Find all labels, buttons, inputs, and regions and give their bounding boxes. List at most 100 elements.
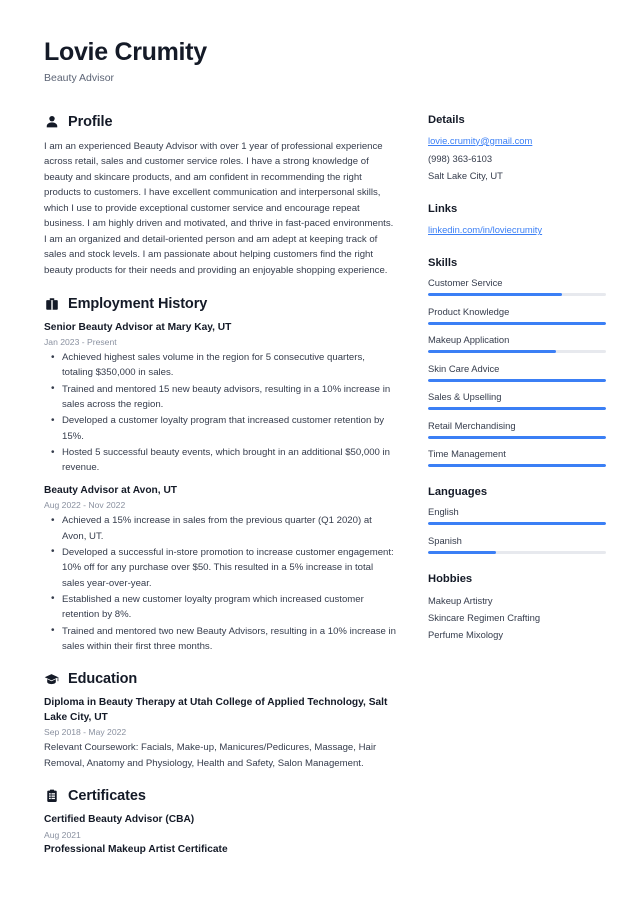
hobby-item: Perfume Mixology bbox=[428, 629, 504, 641]
language-bar-track bbox=[428, 550, 606, 554]
skill-item: Skin Care Advice bbox=[428, 363, 606, 382]
sidebar-skills: Skills Customer Service Product Knowledg… bbox=[428, 257, 606, 468]
employment-entry: Beauty Advisor at Avon, UT Aug 2022 - No… bbox=[44, 484, 396, 655]
list-item: Achieved a 15% increase in sales from th… bbox=[44, 513, 396, 544]
profile-text: I am an experienced Beauty Advisor with … bbox=[44, 140, 394, 276]
main-column: Profile I am an experienced Beauty Advis… bbox=[44, 114, 396, 875]
language-label: English bbox=[428, 506, 459, 518]
location: Salt Lake City, UT bbox=[428, 170, 503, 182]
user-icon bbox=[44, 114, 59, 129]
hobby-item: Makeup Artistry bbox=[428, 594, 493, 606]
sidebar-heading-details: Details bbox=[428, 113, 465, 126]
clipboard-icon bbox=[44, 789, 59, 804]
skill-bar-fill bbox=[428, 350, 557, 354]
language-item: English bbox=[428, 506, 606, 526]
phone-number: (998) 363-6103 bbox=[428, 152, 493, 164]
sidebar-heading-languages: Languages bbox=[428, 486, 488, 499]
sidebar-column: Details lovie.crumity@gmail.com (998) 36… bbox=[428, 114, 606, 662]
employment-date: Aug 2022 - Nov 2022 bbox=[44, 500, 126, 511]
section-profile: Profile I am an experienced Beauty Advis… bbox=[44, 114, 396, 279]
skill-bar-track bbox=[428, 350, 606, 354]
email-link[interactable]: lovie.crumity@gmail.com bbox=[428, 134, 606, 149]
skill-label: Product Knowledge bbox=[428, 305, 510, 317]
skill-item: Retail Merchandising bbox=[428, 420, 606, 439]
list-item: Developed a successful in-store promotio… bbox=[44, 544, 396, 591]
skill-label: Makeup Application bbox=[428, 334, 510, 346]
sidebar-heading-links: Links bbox=[428, 203, 458, 216]
skill-bar-fill bbox=[428, 293, 562, 297]
graduation-cap-icon bbox=[44, 672, 59, 687]
list-item: Achieved highest sales volume in the reg… bbox=[44, 350, 396, 381]
hobby-item: Skincare Regimen Crafting bbox=[428, 611, 541, 623]
candidate-name: Lovie Crumity bbox=[44, 38, 207, 66]
skill-bar-track bbox=[428, 435, 606, 439]
section-title-certificates: Certificates bbox=[68, 788, 146, 805]
skill-bar-fill bbox=[428, 464, 606, 468]
skill-item: Product Knowledge bbox=[428, 306, 606, 325]
skill-bar-fill bbox=[428, 378, 606, 382]
employment-entry: Senior Beauty Advisor at Mary Kay, UT Ja… bbox=[44, 321, 396, 476]
education-entry: Diploma in Beauty Therapy at Utah Colleg… bbox=[44, 696, 396, 771]
list-item: Trained and mentored two new Beauty Advi… bbox=[44, 623, 396, 655]
education-description: Relevant Coursework: Facials, Make-up, M… bbox=[44, 742, 377, 769]
candidate-job-title: Beauty Advisor bbox=[44, 71, 115, 84]
resume-page: Lovie Crumity Beauty Advisor Profile I a… bbox=[0, 0, 640, 905]
skill-bar-track bbox=[428, 293, 606, 297]
skill-label: Time Management bbox=[428, 448, 506, 460]
employment-bullets: Achieved highest sales volume in the reg… bbox=[44, 350, 396, 476]
skill-item: Time Management bbox=[428, 448, 606, 468]
skill-bar-fill bbox=[428, 321, 606, 325]
sidebar-languages: Languages English Spanish bbox=[428, 486, 606, 554]
language-bar-fill bbox=[428, 522, 606, 526]
sidebar-hobbies: Hobbies Makeup Artistry Skincare Regimen… bbox=[428, 573, 606, 643]
certificate-title: Professional Makeup Artist Certificate bbox=[44, 843, 228, 855]
employment-title: Beauty Advisor at Avon, UT bbox=[44, 484, 178, 496]
language-label: Spanish bbox=[428, 534, 462, 546]
list-item: Hosted 5 successful beauty events, which… bbox=[44, 445, 396, 476]
sidebar-details: Details lovie.crumity@gmail.com (998) 36… bbox=[428, 114, 606, 185]
skill-item: Sales & Upselling bbox=[428, 391, 606, 411]
certificate-entry: Certified Beauty Advisor (CBA) Aug 2021 … bbox=[44, 813, 396, 857]
section-header-certificates: Certificates bbox=[44, 788, 396, 804]
section-title-education: Education bbox=[68, 671, 138, 688]
language-bar-track bbox=[428, 522, 606, 526]
sidebar-heading-skills: Skills bbox=[428, 257, 458, 270]
list-item: Developed a customer loyalty program tha… bbox=[44, 413, 396, 444]
skill-label: Retail Merchandising bbox=[428, 419, 516, 431]
list-item: Established a new customer loyalty progr… bbox=[44, 591, 396, 623]
section-education: Education Diploma in Beauty Therapy at U… bbox=[44, 671, 396, 771]
section-header-profile: Profile bbox=[44, 114, 396, 130]
section-title-employment: Employment History bbox=[68, 295, 208, 312]
skill-item: Customer Service bbox=[428, 277, 606, 297]
language-bar-fill bbox=[428, 550, 496, 554]
skill-bar-fill bbox=[428, 435, 606, 439]
sidebar-links: Links linkedin.com/in/loviecrumity bbox=[428, 203, 606, 238]
education-date: Sep 2018 - May 2022 bbox=[44, 727, 127, 738]
skill-bar-track bbox=[428, 321, 606, 325]
skill-bar-track bbox=[428, 378, 606, 382]
skill-bar-fill bbox=[428, 407, 606, 411]
sidebar-heading-hobbies: Hobbies bbox=[428, 572, 473, 585]
certificate-date: Aug 2021 bbox=[44, 829, 81, 840]
education-title: Diploma in Beauty Therapy at Utah Colleg… bbox=[44, 697, 388, 723]
section-header-education: Education bbox=[44, 671, 396, 687]
skill-label: Sales & Upselling bbox=[428, 391, 502, 403]
skill-label: Customer Service bbox=[428, 277, 503, 289]
employment-title: Senior Beauty Advisor at Mary Kay, UT bbox=[44, 321, 232, 333]
briefcase-icon bbox=[44, 296, 59, 311]
skill-bar-track bbox=[428, 407, 606, 411]
section-header-employment: Employment History bbox=[44, 296, 396, 312]
resume-header: Lovie Crumity Beauty Advisor bbox=[44, 38, 606, 84]
section-employment: Employment History Senior Beauty Advisor… bbox=[44, 296, 396, 655]
linkedin-link[interactable]: linkedin.com/in/loviecrumity bbox=[428, 223, 606, 238]
skill-label: Skin Care Advice bbox=[428, 362, 500, 374]
language-item: Spanish bbox=[428, 535, 606, 554]
skill-item: Makeup Application bbox=[428, 334, 606, 354]
section-certificates: Certificates Certified Beauty Advisor (C… bbox=[44, 788, 396, 857]
section-title-profile: Profile bbox=[68, 113, 113, 130]
resume-columns: Profile I am an experienced Beauty Advis… bbox=[44, 114, 606, 875]
skill-bar-track bbox=[428, 464, 606, 468]
employment-date: Jan 2023 - Present bbox=[44, 337, 117, 348]
employment-bullets: Achieved a 15% increase in sales from th… bbox=[44, 513, 396, 654]
certificate-title: Certified Beauty Advisor (CBA) bbox=[44, 814, 195, 826]
